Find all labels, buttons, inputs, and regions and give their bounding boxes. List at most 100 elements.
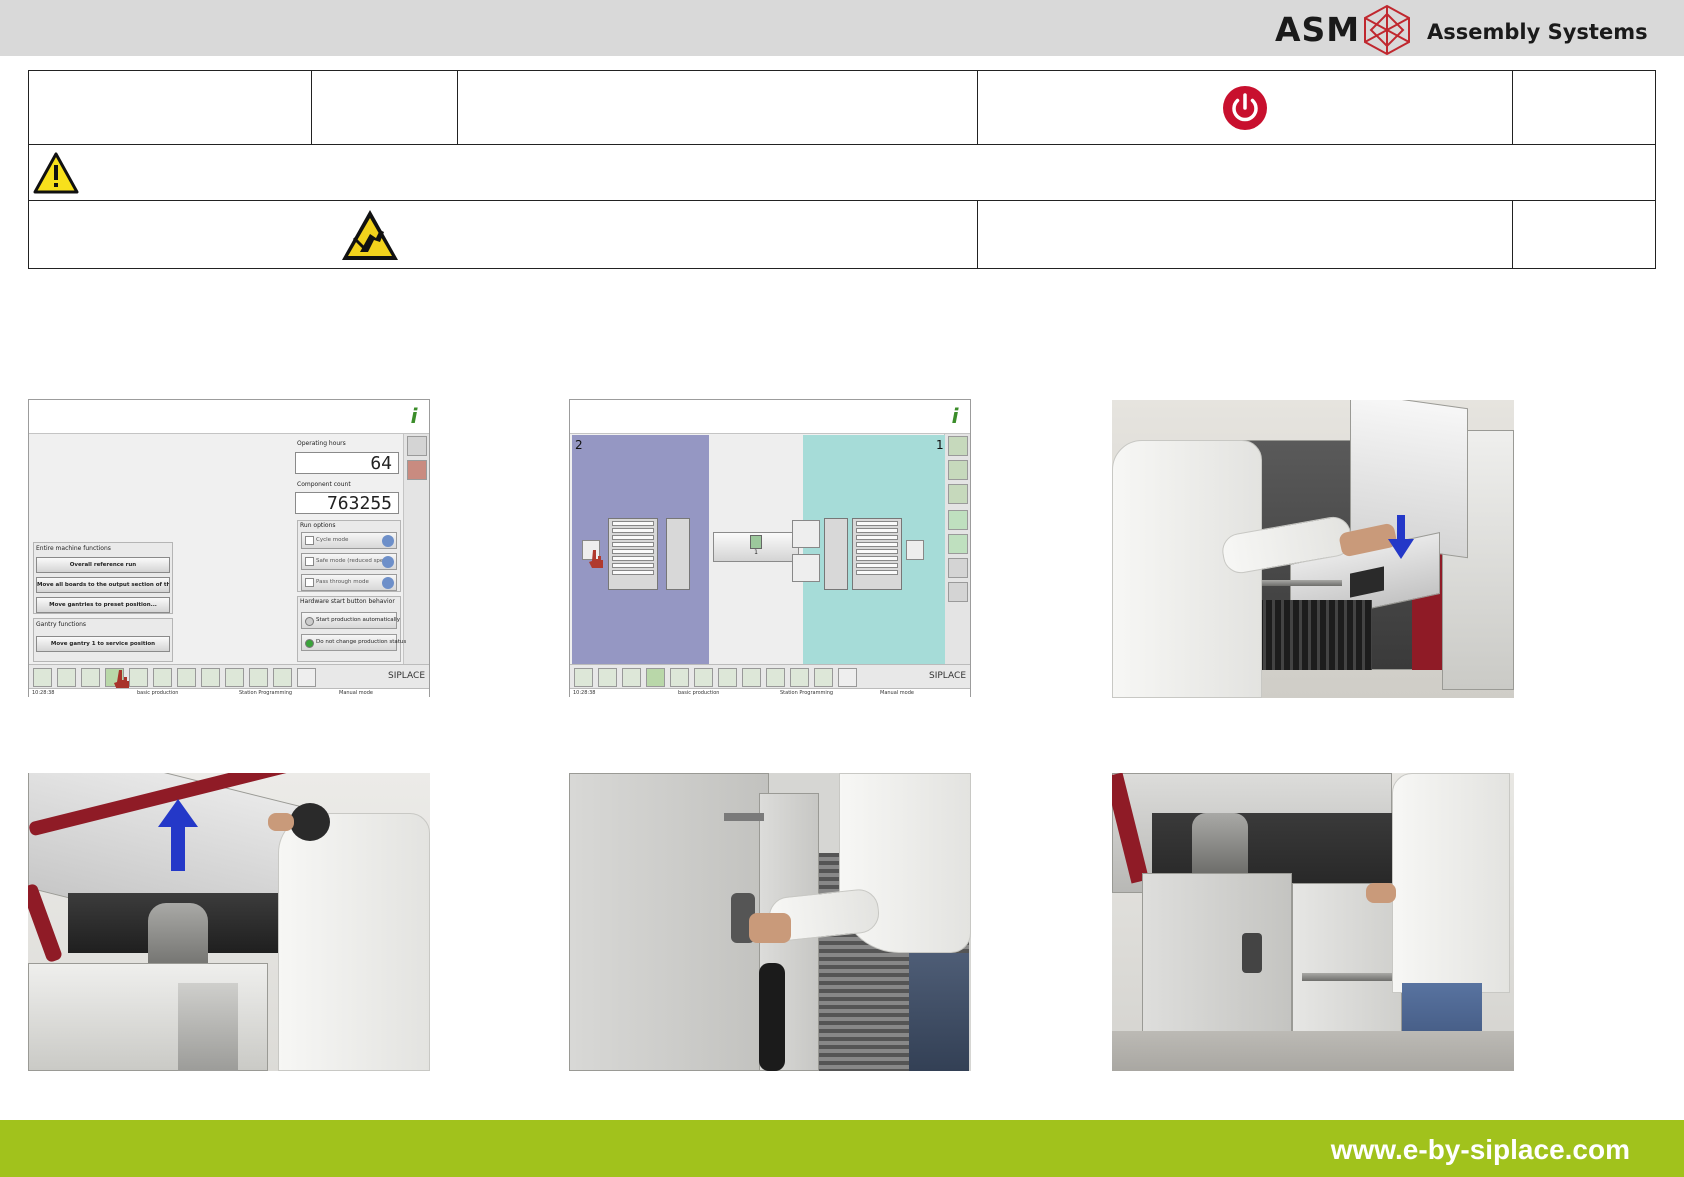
task-icon[interactable] — [646, 668, 665, 687]
tools-icon[interactable] — [407, 436, 427, 456]
task-icon[interactable] — [81, 668, 100, 687]
task-icon[interactable] — [129, 668, 148, 687]
component-count-label: Component count — [297, 481, 351, 488]
task-icon[interactable] — [814, 668, 833, 687]
pass-through-option[interactable]: Pass through mode — [301, 574, 397, 591]
info-cell — [1512, 200, 1656, 269]
ui-topbar: i — [570, 400, 970, 434]
status-line: basic production — [678, 690, 720, 696]
brand-subtitle: Assembly Systems — [1427, 20, 1648, 44]
task-icon[interactable] — [742, 668, 761, 687]
siplace-ui: i Operating hours 64 Component count 763… — [28, 399, 430, 697]
arrow-down-icon — [1388, 515, 1414, 559]
siplace-logo: SIPLACE — [929, 671, 966, 681]
task-icon[interactable] — [574, 668, 593, 687]
settings-gear-icon[interactable] — [838, 668, 857, 687]
feeder-icon[interactable] — [948, 460, 968, 480]
status-time: 10:28:38 — [32, 690, 55, 696]
screenshot-conveyor-view: i 2 1 1 SIPLACE 10:28:38 basic productio… — [569, 399, 971, 697]
safe-mode-option[interactable]: Safe mode (reduced speed) — [301, 553, 397, 570]
move-boards-button[interactable]: Move all boards to the output section of… — [36, 577, 170, 593]
esd-warning-icon — [342, 209, 398, 260]
task-icon[interactable] — [670, 668, 689, 687]
siplace-ui: i 2 1 1 SIPLACE 10:28:38 basic productio… — [569, 399, 971, 697]
operating-hours-label: Operating hours — [297, 440, 346, 447]
feeder-icon[interactable] — [948, 436, 968, 456]
feeder-icon[interactable] — [948, 484, 968, 504]
status-mode: Manual mode — [339, 690, 373, 696]
nozzle-changer — [824, 518, 848, 590]
screenshot-machine-functions: i Operating hours 64 Component count 763… — [28, 399, 430, 697]
task-icon[interactable] — [33, 668, 52, 687]
task-icon[interactable] — [766, 668, 785, 687]
footer-bar: www.e-by-siplace.com — [0, 1120, 1684, 1177]
feeder-rack — [608, 518, 658, 590]
location-1-number: 1 — [936, 438, 944, 452]
component-count-value: 763255 — [295, 492, 399, 514]
center-action-button[interactable]: 1 — [713, 532, 799, 562]
photo-trolley — [1112, 773, 1514, 1071]
overall-reference-run-button[interactable]: Overall reference run — [36, 557, 170, 573]
ui-taskbar: SIPLACE — [570, 664, 970, 688]
asm-crystal-logo-icon — [1364, 4, 1410, 56]
esd-cell — [28, 200, 978, 269]
task-icon[interactable] — [718, 668, 737, 687]
help-icon[interactable]: i — [403, 405, 425, 427]
move-gantry-service-button[interactable]: Move gantry 1 to service position — [36, 636, 170, 652]
conveyor-icon[interactable] — [948, 558, 968, 578]
operating-hours-value: 64 — [295, 452, 399, 474]
nozzle-changer — [666, 518, 690, 590]
move-gantries-button[interactable]: Move gantries to preset position... — [36, 597, 170, 613]
task-icon[interactable] — [153, 668, 172, 687]
task-icon[interactable] — [598, 668, 617, 687]
hardware-start-label: Hardware start button behavior — [300, 598, 395, 605]
conveyor-icon[interactable] — [948, 534, 968, 554]
website-link[interactable]: www.e-by-siplace.com — [1331, 1134, 1630, 1166]
task-icon[interactable] — [790, 668, 809, 687]
location-2-number: 2 — [575, 438, 583, 452]
ui-sidebar — [403, 434, 429, 664]
task-icon[interactable] — [57, 668, 76, 687]
cycle-mode-option[interactable]: Cycle mode — [301, 532, 397, 549]
task-icon[interactable] — [201, 668, 220, 687]
photo-operator-keyboard — [1112, 400, 1514, 698]
feeder-rack — [852, 518, 902, 590]
status-mode: Manual mode — [880, 690, 914, 696]
warning-cell — [28, 144, 1656, 201]
info-row-1 — [28, 70, 1656, 145]
settings-gear-icon[interactable] — [297, 668, 316, 687]
header-bar: ASM Assembly Systems — [0, 0, 1684, 56]
siplace-logo: SIPLACE — [388, 671, 425, 681]
do-not-change-option[interactable]: Do not change production status — [301, 634, 406, 651]
help-icon[interactable]: i — [944, 405, 966, 427]
status-station: Station Programming — [239, 690, 293, 696]
arrow-up-icon — [158, 799, 198, 871]
task-icon[interactable] — [694, 668, 713, 687]
run-options-label: Run options — [300, 522, 336, 529]
task-icon[interactable] — [177, 668, 196, 687]
ui-topbar: i — [29, 400, 429, 434]
task-icon[interactable] — [249, 668, 268, 687]
pipette-icon[interactable] — [792, 554, 820, 582]
photo-open-hood — [28, 773, 430, 1071]
start-production-option[interactable]: Start production automatically — [301, 612, 400, 629]
warning-triangle-icon — [33, 152, 79, 193]
entire-machine-label: Entire machine functions — [36, 545, 111, 552]
photo-lever — [569, 773, 971, 1071]
ui-statusbar: 10:28:38 basic production Station Progra… — [29, 688, 429, 697]
task-icon[interactable] — [273, 668, 292, 687]
power-icon — [1223, 85, 1267, 130]
ui-statusbar: 10:28:38 basic production Station Progra… — [570, 688, 970, 697]
task-icon[interactable] — [622, 668, 641, 687]
info-cell — [977, 200, 1513, 269]
conveyor-icon[interactable] — [948, 510, 968, 530]
ui-sidebar — [944, 434, 970, 664]
task-icon[interactable] — [225, 668, 244, 687]
status-station: Station Programming — [780, 690, 834, 696]
status-time: 10:28:38 — [573, 690, 596, 696]
conveyor-icon[interactable] — [948, 582, 968, 602]
arrow-right-button[interactable] — [906, 540, 924, 560]
target-icon[interactable] — [407, 460, 427, 480]
power-cell — [977, 70, 1513, 145]
star-head-icon[interactable] — [792, 520, 820, 548]
